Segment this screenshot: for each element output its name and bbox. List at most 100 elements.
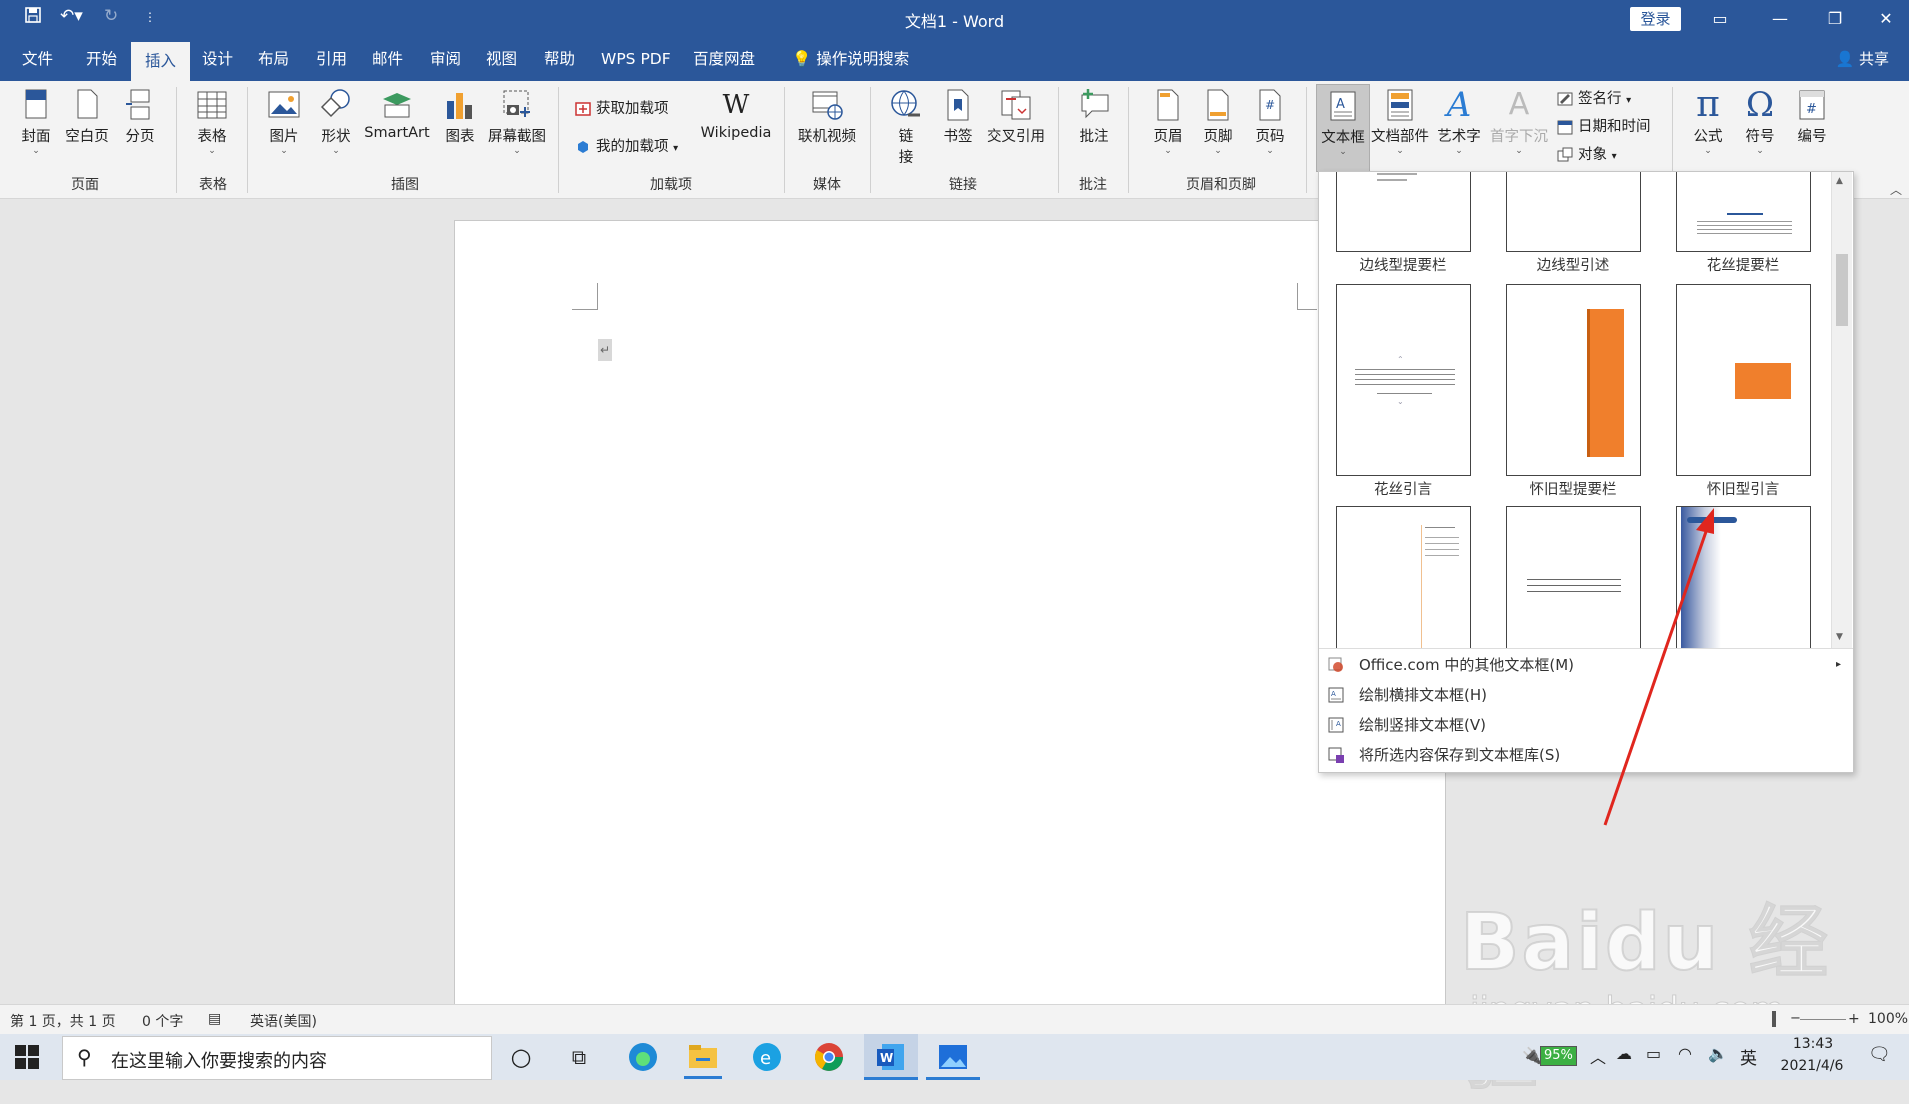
clock-time[interactable]: 13:43	[1778, 1036, 1848, 1052]
clock-date[interactable]: 2021/4/6	[1772, 1058, 1852, 1074]
menu-more-textboxes-office[interactable]: Office.com 中的其他文本框(M) ▸	[1319, 650, 1853, 680]
gallery-item-row3-1[interactable]	[1336, 506, 1471, 648]
scroll-up-icon[interactable]: ▲	[1836, 176, 1843, 186]
gallery-item-sideline-sidebar[interactable]	[1336, 172, 1471, 252]
menu-tabs: 文件 开始 插入 设计 布局 引用 邮件 审阅 视图 帮助 WPS PDF 百度…	[0, 38, 1909, 81]
task-view-icon[interactable]: ⧉	[562, 1040, 596, 1074]
document-page[interactable]: ↵	[454, 220, 1446, 1012]
restore-icon[interactable]: ❐	[1815, 4, 1855, 34]
wordart-button[interactable]: A 艺术字 ⌄	[1434, 87, 1484, 156]
bookmark-button[interactable]: 书签	[936, 87, 980, 146]
gallery-item-retro-quote[interactable]	[1676, 284, 1811, 476]
header-button[interactable]: 页眉 ⌄	[1146, 87, 1190, 156]
gallery-item-retro-sidebar[interactable]	[1506, 284, 1641, 476]
symbol-button[interactable]: Ω 符号 ⌄	[1738, 87, 1782, 156]
cover-page-button[interactable]: 封面 ⌄	[16, 87, 56, 156]
tab-file[interactable]: 文件	[8, 38, 67, 81]
menu-draw-horizontal-textbox[interactable]: A 绘制横排文本框(H)	[1319, 680, 1853, 710]
tab-view[interactable]: 视图	[472, 38, 531, 81]
battery-indicator[interactable]: 95%	[1540, 1046, 1577, 1066]
battery-icon[interactable]: ▭	[1646, 1044, 1661, 1063]
volume-icon[interactable]: 🔈	[1708, 1044, 1728, 1063]
tell-me-search[interactable]: 💡 操作说明搜索	[778, 38, 923, 81]
footer-button[interactable]: 页脚 ⌄	[1196, 87, 1240, 156]
screenshot-button[interactable]: 屏幕截图 ⌄	[486, 87, 548, 156]
online-video-button[interactable]: 联机视频	[794, 87, 860, 146]
textbox-button[interactable]: A 文本框 ⌄	[1316, 84, 1370, 172]
menu-draw-vertical-textbox[interactable]: A 绘制竖排文本框(V)	[1319, 710, 1853, 740]
file-explorer-icon[interactable]	[686, 1040, 720, 1074]
ime-indicator[interactable]: 英	[1740, 1044, 1757, 1069]
gallery-item-sideline-quote[interactable]	[1506, 172, 1641, 252]
date-time-button[interactable]: 日期和时间	[1556, 115, 1651, 136]
zoom-slider[interactable]	[1800, 1019, 1846, 1020]
link-button[interactable]: 链 接	[884, 87, 928, 167]
chevron-down-icon: ▾	[673, 143, 679, 154]
signature-line-button[interactable]: 签名行 ▾	[1556, 87, 1631, 108]
windows-start-icon[interactable]	[14, 1044, 40, 1070]
page-count[interactable]: 第 1 页，共 1 页	[10, 1011, 116, 1031]
tab-mailings[interactable]: 邮件	[358, 38, 417, 81]
quick-parts-button[interactable]: 文档部件 ⌄	[1370, 87, 1430, 156]
gallery-label: 花丝提要栏	[1706, 258, 1780, 274]
ribbon-display-icon[interactable]: ▭	[1700, 4, 1740, 34]
ie-browser-icon[interactable]: e	[750, 1040, 784, 1074]
tab-baidu-netdisk[interactable]: 百度网盘	[679, 38, 769, 81]
cloud-icon[interactable]: ☁	[1616, 1044, 1632, 1063]
comment-button[interactable]: 批注	[1072, 87, 1116, 146]
zoom-slider-thumb[interactable]	[1772, 1011, 1776, 1027]
gallery-item-filigree-sidebar[interactable]	[1676, 172, 1811, 252]
chevron-up-icon[interactable]: ︿	[1590, 1044, 1606, 1068]
zoom-in-icon[interactable]: +	[1848, 1011, 1860, 1027]
word-count[interactable]: 0 个字	[142, 1011, 183, 1031]
blank-page-button[interactable]: 空白页	[62, 87, 112, 146]
proofing-icon[interactable]: ▤	[208, 1011, 221, 1027]
wikipedia-button[interactable]: W Wikipedia	[698, 87, 774, 141]
minimize-icon[interactable]: —	[1760, 4, 1800, 34]
smartart-button[interactable]: SmartArt	[362, 87, 432, 141]
power-plug-icon[interactable]: 🔌	[1522, 1046, 1542, 1065]
table-button[interactable]: 表格 ⌄	[192, 87, 232, 156]
close-icon[interactable]: ✕	[1866, 4, 1906, 34]
share-button[interactable]: 👤 共享	[1836, 38, 1889, 81]
chrome-icon[interactable]	[812, 1040, 846, 1074]
my-addins-button[interactable]: 我的加载项 ▾	[574, 135, 678, 156]
drop-cap-button[interactable]: A 首字下沉 ⌄	[1490, 87, 1548, 156]
cross-reference-button[interactable]: 交叉引用	[982, 87, 1050, 146]
taskbar-search[interactable]: ⚲ 在这里输入你要搜索的内容	[62, 1036, 492, 1080]
scrollbar-thumb[interactable]	[1836, 254, 1848, 326]
notification-icon[interactable]: 🗨	[1868, 1044, 1891, 1065]
object-button[interactable]: 对象 ▾	[1556, 143, 1617, 164]
equation-button[interactable]: π 公式 ⌄	[1686, 87, 1730, 157]
word-icon[interactable]: W	[874, 1040, 908, 1074]
tab-wps-pdf[interactable]: WPS PDF	[587, 38, 685, 81]
collapse-ribbon-icon[interactable]: ︿	[1890, 181, 1902, 198]
gallery-item-filigree-quote[interactable]: ⌃ ⌄	[1336, 284, 1471, 476]
page-break-button[interactable]: 分页	[118, 87, 162, 146]
shapes-button[interactable]: 形状 ⌄	[314, 87, 358, 156]
tab-layout[interactable]: 布局	[244, 38, 303, 81]
edge-icon[interactable]	[626, 1040, 660, 1074]
chart-button[interactable]: 图表	[438, 87, 482, 146]
tab-help[interactable]: 帮助	[530, 38, 589, 81]
login-button[interactable]: 登录	[1630, 7, 1681, 31]
scroll-down-icon[interactable]: ▼	[1836, 632, 1843, 642]
gallery-scrollbar[interactable]: ▲ ▼	[1831, 172, 1852, 648]
page-number-button[interactable]: # 页码 ⌄	[1248, 87, 1292, 156]
page-break-label: 分页	[125, 129, 155, 145]
tab-home[interactable]: 开始	[72, 38, 131, 81]
tab-insert[interactable]: 插入	[131, 42, 191, 81]
zoom-level[interactable]: 100%	[1868, 1011, 1908, 1027]
menu-save-to-textbox-gallery[interactable]: 将所选内容保存到文本框库(S)	[1319, 740, 1853, 770]
get-addins-button[interactable]: 获取加载项	[574, 97, 669, 118]
photos-icon[interactable]	[936, 1040, 970, 1074]
picture-button[interactable]: 图片 ⌄	[262, 87, 306, 156]
language[interactable]: 英语(美国)	[250, 1011, 317, 1031]
horizontal-textbox-icon: A	[1328, 687, 1344, 703]
tab-references[interactable]: 引用	[302, 38, 361, 81]
numbering-button[interactable]: # 编号	[1790, 87, 1834, 146]
tab-review[interactable]: 审阅	[416, 38, 475, 81]
wifi-icon[interactable]: ◠	[1678, 1044, 1692, 1063]
tab-design[interactable]: 设计	[188, 38, 247, 81]
cortana-icon[interactable]: ○	[504, 1040, 538, 1074]
